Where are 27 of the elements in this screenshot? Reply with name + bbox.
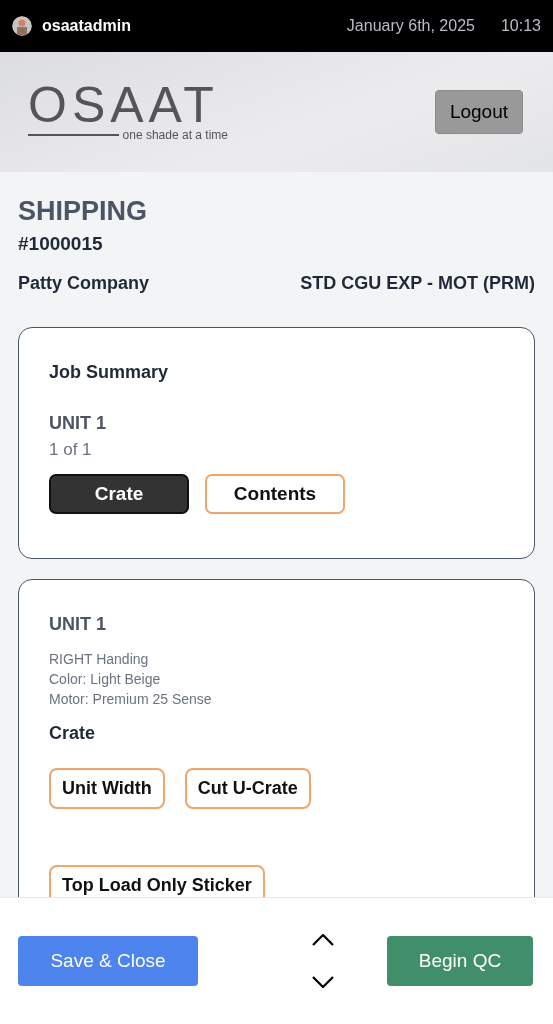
username: osaatadmin [42,17,132,35]
logout-button[interactable]: Logout [434,90,523,134]
logo: OSAAT [28,82,219,128]
begin-qc-button[interactable]: Begin QC [387,936,533,986]
unit-detail: Color: Light Beige [49,670,162,689]
chevron-up-icon[interactable] [311,934,334,946]
section-title: Crate [49,723,97,744]
task-button[interactable]: Top Load Only Sticker [49,865,265,897]
task-button[interactable]: Cut U-Crate [184,768,311,809]
chevron-down-icon[interactable] [311,976,334,988]
task-button[interactable]: Unit Width [49,768,165,809]
unit-title: UNIT 1 [49,614,107,635]
customer-name: Patty Company [18,273,150,294]
tagline: one shade at a time [122,128,228,142]
date: January 6th, 2025 [346,17,475,35]
page-title: SHIPPING [18,196,149,227]
unit-detail: Motor: Premium 25 Sense [49,690,213,709]
time: 10:13 [500,17,541,35]
unit-title: UNIT 1 [49,413,107,434]
order-number: #1000015 [18,233,104,255]
toggle-button[interactable]: Crate [49,474,189,514]
save-close-button[interactable]: Save & Close [18,936,198,986]
card-title: Job Summary [49,362,170,383]
unit-detail: RIGHT Handing [49,650,150,669]
service-name: STD CGU EXP - MOT (PRM) [300,273,535,294]
toggle-button[interactable]: Contents [205,474,345,514]
unit-count: 1 of 1 [49,440,93,460]
